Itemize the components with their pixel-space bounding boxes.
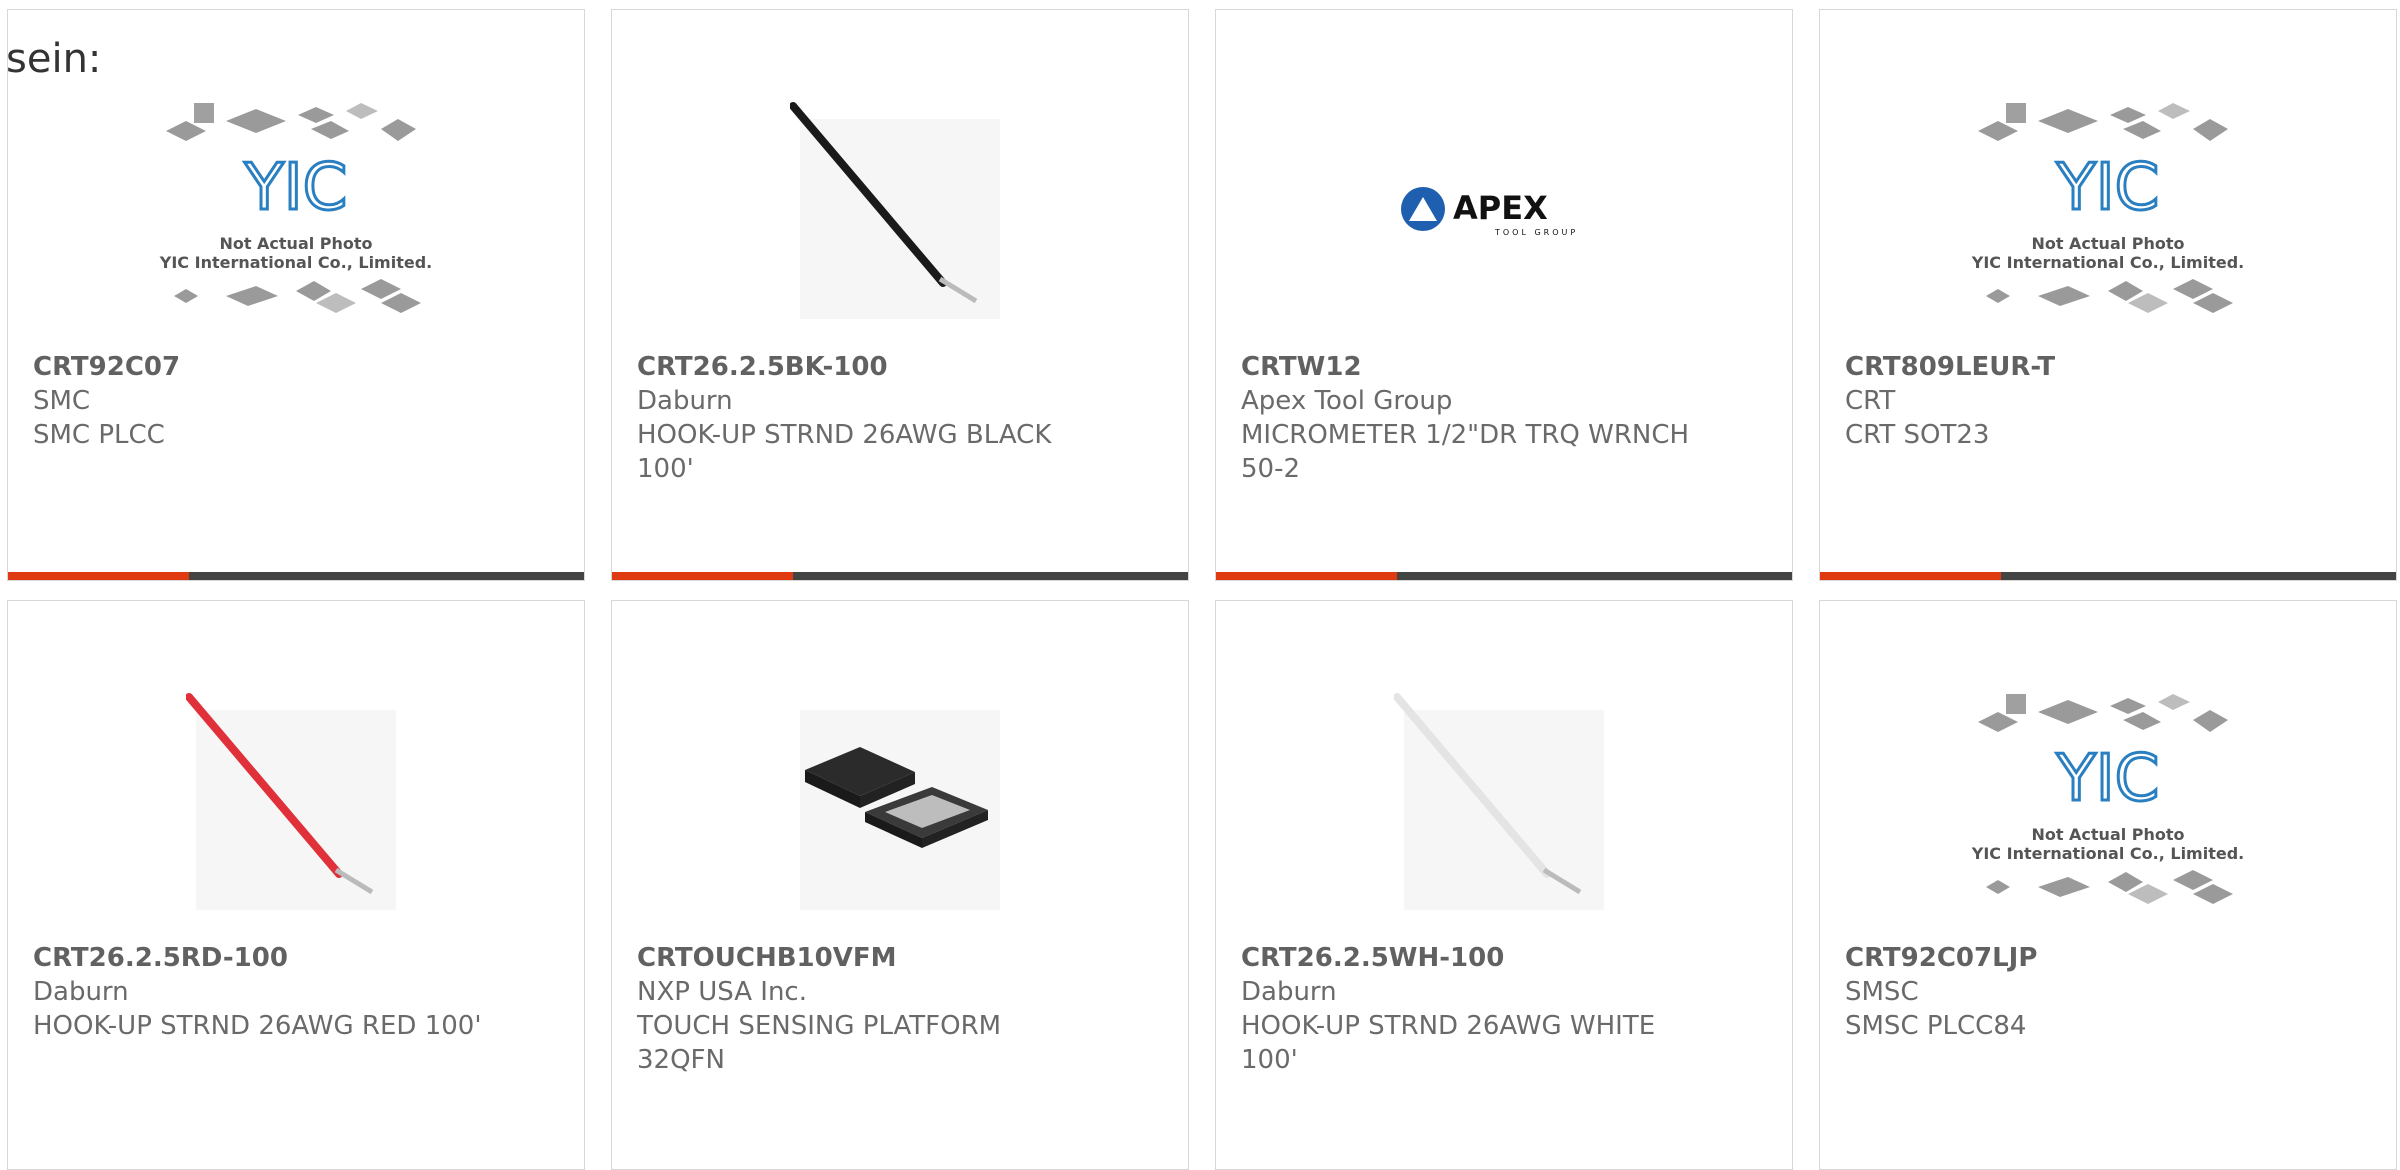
qfn-chip-image bbox=[612, 657, 1188, 947]
part-number[interactable]: CRT26.2.5WH-100 bbox=[1241, 941, 1701, 975]
white-wire-image bbox=[1216, 657, 1792, 947]
svg-text:Not Actual Photo: Not Actual Photo bbox=[219, 234, 372, 253]
part-number[interactable]: CRT26.2.5RD-100 bbox=[33, 941, 493, 975]
description: HOOK-UP STRND 26AWG WHITE 100' bbox=[1241, 1011, 1656, 1075]
description: SMSC PLCC84 bbox=[1845, 1011, 2027, 1041]
product-card[interactable]: CRTOUCHB10VFM NXP USA Inc. TOUCH SENSING… bbox=[611, 600, 1189, 1170]
product-card[interactable]: YIC Not Actual Photo YIC International C… bbox=[7, 9, 585, 581]
description: CRT SOT23 bbox=[1845, 420, 1990, 450]
manufacturer: Daburn bbox=[33, 977, 129, 1007]
product-card[interactable]: APEX TOOL GROUP CRTW12 Apex Tool Group M… bbox=[1215, 9, 1793, 581]
product-placeholder-image: YIC Not Actual Photo YIC International C… bbox=[8, 66, 584, 356]
product-card[interactable]: CRT26.2.5WH-100 Daburn HOOK-UP STRND 26A… bbox=[1215, 600, 1793, 1170]
description: HOOK-UP STRND 26AWG BLACK 100' bbox=[637, 420, 1052, 484]
part-number[interactable]: CRT809LEUR-T bbox=[1845, 350, 2305, 384]
svg-text:APEX: APEX bbox=[1453, 189, 1548, 227]
description: HOOK-UP STRND 26AWG RED 100' bbox=[33, 1011, 482, 1041]
part-number[interactable]: CRTW12 bbox=[1241, 350, 1701, 384]
svg-text:TOOL GROUP: TOOL GROUP bbox=[1494, 228, 1578, 237]
product-placeholder-image: YIC Not Actual Photo YIC International C… bbox=[1820, 66, 2396, 356]
manufacturer: SMC bbox=[33, 386, 91, 416]
svg-text:Not Actual Photo: Not Actual Photo bbox=[2031, 234, 2184, 253]
svg-text:YIC International Co., Limited: YIC International Co., Limited. bbox=[159, 253, 432, 272]
svg-text:Not Actual Photo: Not Actual Photo bbox=[2031, 825, 2184, 844]
product-placeholder-image: YIC Not Actual Photo YIC International C… bbox=[1820, 657, 2396, 947]
card-bottom-bar bbox=[1820, 572, 2396, 580]
part-number[interactable]: CRTOUCHB10VFM bbox=[637, 941, 1097, 975]
red-wire-image bbox=[8, 657, 584, 947]
description: SMC PLCC bbox=[33, 420, 165, 450]
manufacturer: Daburn bbox=[637, 386, 733, 416]
product-card[interactable]: CRT26.2.5RD-100 Daburn HOOK-UP STRND 26A… bbox=[7, 600, 585, 1170]
part-number[interactable]: CRT26.2.5BK-100 bbox=[637, 350, 1097, 384]
manufacturer: SMSC bbox=[1845, 977, 1919, 1007]
part-number[interactable]: CRT92C07 bbox=[33, 350, 493, 384]
manufacturer: Daburn bbox=[1241, 977, 1337, 1007]
intro-text: sein: bbox=[6, 36, 102, 82]
yic-logo: YIC bbox=[244, 151, 348, 225]
yic-logo: YIC bbox=[2056, 151, 2160, 225]
product-card[interactable]: YIC Not Actual Photo YIC International C… bbox=[1819, 600, 2397, 1170]
product-card[interactable]: YIC Not Actual Photo YIC International C… bbox=[1819, 9, 2397, 581]
card-bottom-bar bbox=[612, 572, 1188, 580]
yic-logo: YIC bbox=[2056, 742, 2160, 816]
card-bottom-bar bbox=[8, 572, 584, 580]
card-bottom-bar bbox=[1216, 572, 1792, 580]
product-card[interactable]: CRT26.2.5BK-100 Daburn HOOK-UP STRND 26A… bbox=[611, 9, 1189, 581]
part-number[interactable]: CRT92C07LJP bbox=[1845, 941, 2305, 975]
svg-text:YIC International Co., Limited: YIC International Co., Limited. bbox=[1971, 253, 2244, 272]
manufacturer: Apex Tool Group bbox=[1241, 386, 1453, 416]
black-wire-image bbox=[612, 66, 1188, 356]
description: MICROMETER 1/2"DR TRQ WRNCH 50-2 bbox=[1241, 420, 1690, 484]
apex-logo-image: APEX TOOL GROUP bbox=[1216, 66, 1792, 356]
description: TOUCH SENSING PLATFORM 32QFN bbox=[637, 1011, 1002, 1075]
manufacturer: NXP USA Inc. bbox=[637, 977, 807, 1007]
manufacturer: CRT bbox=[1845, 386, 1896, 416]
svg-text:YIC International Co., Limited: YIC International Co., Limited. bbox=[1971, 844, 2244, 863]
